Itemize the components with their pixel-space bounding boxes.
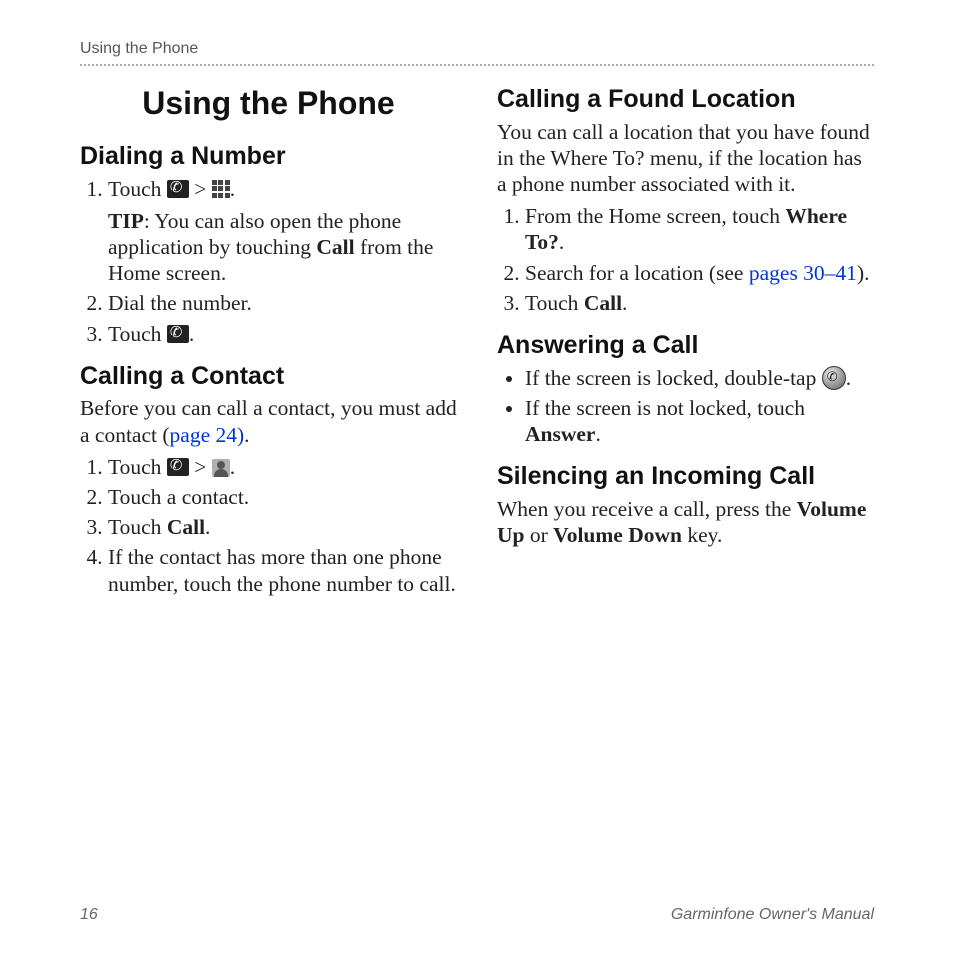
dialing-step-1: Touch > . TIP: You can also open the pho… [108, 176, 457, 287]
bullet-text: If the screen is not locked, touch [525, 396, 805, 420]
step-text: Touch [525, 291, 584, 315]
found-step-3: Touch Call. [525, 290, 874, 316]
phone-icon [167, 180, 189, 198]
bullet-tail: . [595, 422, 600, 446]
column-right: Calling a Found Location You can call a … [497, 76, 874, 886]
step-suffix: . [230, 177, 235, 201]
tip-bold: Call [316, 235, 354, 259]
answer-bullets: If the screen is locked, double-tap . If… [497, 365, 874, 448]
manual-title: Garminfone Owner's Manual [671, 906, 874, 924]
silence-a: When you receive a call, press the [497, 497, 797, 521]
intro-tail: . [244, 423, 249, 447]
page-number: 16 [80, 906, 98, 924]
step-tail: . [205, 515, 210, 539]
step-text: Touch [108, 177, 167, 201]
phone-icon [167, 458, 189, 476]
heading-answer: Answering a Call [497, 330, 874, 361]
step-suffix: . [189, 322, 194, 346]
volume-down-bold: Volume Down [553, 523, 682, 547]
silence-c: or [524, 523, 553, 547]
running-header: Using the Phone [80, 40, 874, 66]
phone-icon [167, 325, 189, 343]
step-text: Touch [108, 322, 167, 346]
contact-step-1: Touch > . [108, 454, 457, 480]
found-steps: From the Home screen, touch Where To?. S… [497, 203, 874, 316]
step-text: Search for a location (see [525, 261, 749, 285]
content-columns: Using the Phone Dialing a Number Touch >… [80, 76, 874, 886]
call-bold: Call [584, 291, 622, 315]
page-link-30-41[interactable]: pages 30–41 [749, 261, 857, 285]
bullet-text: If the screen is locked, double-tap [525, 366, 822, 390]
dialing-step-3: Touch . [108, 321, 457, 347]
step-text: From the Home screen, touch [525, 204, 785, 228]
contact-icon [212, 459, 230, 477]
step-tail: ). [857, 261, 870, 285]
contact-step-2: Touch a contact. [108, 484, 457, 510]
dialing-step-2: Dial the number. [108, 290, 457, 316]
heading-dialing: Dialing a Number [80, 141, 457, 172]
answer-bullet-2: If the screen is not locked, touch Answe… [525, 395, 874, 447]
contact-intro: Before you can call a contact, you must … [80, 395, 457, 447]
silence-e: key. [682, 523, 722, 547]
silence-body: When you receive a call, press the Volum… [497, 496, 874, 548]
dialpad-icon [212, 180, 230, 198]
contact-steps: Touch > . Touch a contact. Touch Call. I… [80, 454, 457, 597]
bullet-tail: . [846, 366, 851, 390]
contact-step-4: If the contact has more than one phone n… [108, 544, 457, 596]
heading-found: Calling a Found Location [497, 84, 874, 115]
page-title: Using the Phone [80, 84, 457, 123]
step-suffix: . [230, 455, 235, 479]
answer-bullet-1: If the screen is locked, double-tap . [525, 365, 874, 391]
lock-phone-icon [822, 366, 846, 390]
dialing-steps: Touch > . TIP: You can also open the pho… [80, 176, 457, 347]
heading-contact: Calling a Contact [80, 361, 457, 392]
intro-text: Before you can call a contact, you must … [80, 396, 457, 446]
step-sep: > [189, 455, 212, 479]
page-link-24[interactable]: page 24) [170, 423, 245, 447]
step-tail: . [559, 230, 564, 254]
found-intro: You can call a location that you have fo… [497, 119, 874, 198]
page-footer: 16 Garminfone Owner's Manual [80, 906, 874, 924]
step-text: Touch [108, 455, 167, 479]
tip-label: TIP [108, 209, 144, 233]
call-bold: Call [167, 515, 205, 539]
found-step-2: Search for a location (see pages 30–41). [525, 260, 874, 286]
column-left: Using the Phone Dialing a Number Touch >… [80, 76, 457, 886]
answer-bold: Answer [525, 422, 595, 446]
dialing-tip: TIP: You can also open the phone applica… [108, 208, 457, 287]
heading-silence: Silencing an Incoming Call [497, 461, 874, 492]
found-step-1: From the Home screen, touch Where To?. [525, 203, 874, 255]
contact-step-3: Touch Call. [108, 514, 457, 540]
manual-page: Using the Phone Using the Phone Dialing … [0, 0, 954, 954]
step-text: Touch [108, 515, 167, 539]
step-sep: > [189, 177, 212, 201]
step-tail: . [622, 291, 627, 315]
